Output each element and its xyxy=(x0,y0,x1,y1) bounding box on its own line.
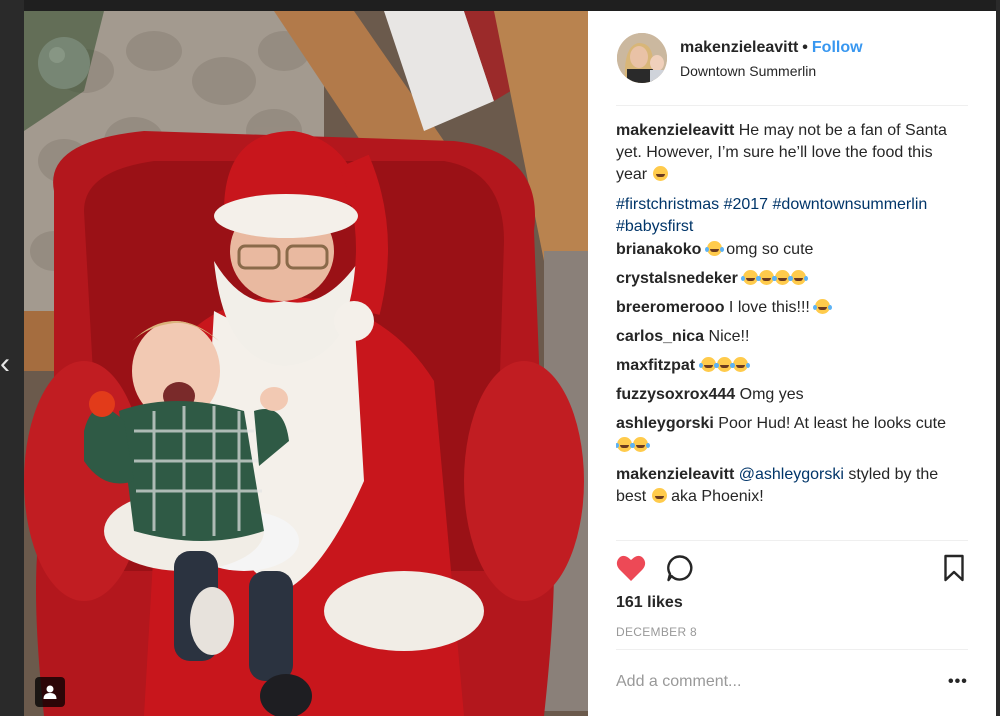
add-comment-input[interactable] xyxy=(616,671,916,693)
comment-item: carlos_nica Nice!! xyxy=(616,326,966,348)
chevron-left-icon[interactable]: ‹ xyxy=(0,340,18,388)
laughing-tears-emoji-icon xyxy=(741,270,759,285)
comment-item: maxfitzpat xyxy=(616,355,966,377)
bookmark-glyph xyxy=(944,554,964,582)
laughing-tears-emoji-icon xyxy=(789,270,807,285)
divider xyxy=(616,105,968,106)
comment-username[interactable]: crystalsnedeker xyxy=(616,270,738,287)
comment-text: aka Phoenix! xyxy=(671,488,764,505)
laughing-tears-emoji-icon xyxy=(714,357,732,372)
location-link[interactable]: Downtown Summerlin xyxy=(680,63,816,79)
comment-item: fuzzysoxrox444 Omg yes xyxy=(616,384,966,406)
caption-username[interactable]: makenzieleavitt xyxy=(616,122,734,139)
comment-text: Omg yes xyxy=(739,386,804,403)
caption: makenzieleavitt He may not be a fan of S… xyxy=(616,120,966,186)
heart-glyph xyxy=(616,555,646,581)
hashtag-link[interactable]: #babysfirst xyxy=(616,218,693,235)
person-tag-icon[interactable] xyxy=(35,677,65,707)
avatar-image xyxy=(617,33,667,83)
laughing-tears-emoji-icon xyxy=(704,241,722,256)
comment-username[interactable]: carlos_nica xyxy=(616,328,704,345)
comment-item: makenzieleavitt @ashleygorski styled by … xyxy=(616,464,966,508)
person-tag-glyph xyxy=(43,685,57,699)
comment-username[interactable]: breeromerooo xyxy=(616,299,724,316)
post-photo xyxy=(24,11,588,716)
more-options-button[interactable]: ••• xyxy=(948,673,968,691)
comment-item: ashleygorski Poor Hud! At least he looks… xyxy=(616,413,966,457)
smirk-emoji-icon xyxy=(651,488,667,503)
santa-photo-illustration xyxy=(24,11,588,716)
comment-text: omg so cute xyxy=(726,241,814,258)
mention-link[interactable]: @ashleygorski xyxy=(739,466,844,483)
grinning-emoji-icon xyxy=(652,166,668,181)
comment-bubble-icon[interactable] xyxy=(666,554,694,587)
laughing-tears-emoji-icon xyxy=(773,270,791,285)
comment-text: Poor Hud! At least he looks cute xyxy=(718,415,946,432)
bookmark-icon[interactable] xyxy=(943,554,965,587)
header-username[interactable]: makenzieleavitt xyxy=(680,39,798,56)
hashtag-link[interactable]: #2017 xyxy=(724,196,769,213)
hashtags: #firstchristmas #2017 #downtownsummerlin… xyxy=(616,194,966,238)
comment-username[interactable]: makenzieleavitt xyxy=(616,466,734,483)
post-panel: makenzieleavitt • Follow Downtown Summerli… xyxy=(588,11,996,716)
header-separator: • xyxy=(802,39,808,56)
comment-item: brianakoko omg so cute xyxy=(616,239,966,261)
divider xyxy=(616,540,968,541)
comment-item: crystalsnedeker xyxy=(616,268,966,290)
backdrop-right xyxy=(996,0,1000,716)
post-date: DECEMBER 8 xyxy=(616,625,698,639)
laughing-tears-emoji-icon xyxy=(616,437,632,452)
comment-text: I love this!!! xyxy=(728,299,810,316)
laughing-tears-emoji-icon xyxy=(730,357,748,372)
comment-username[interactable]: fuzzysoxrox444 xyxy=(616,386,735,403)
hashtag-link[interactable]: #downtownsummerlin xyxy=(773,196,928,213)
header-user-line: makenzieleavitt • Follow xyxy=(680,39,863,57)
action-bar xyxy=(588,551,996,587)
laughing-tears-emoji-icon xyxy=(631,437,648,452)
comment-username[interactable]: ashleygorski xyxy=(616,415,714,432)
divider xyxy=(616,649,968,650)
comment-bubble-glyph xyxy=(667,555,693,582)
post-header: makenzieleavitt • Follow Downtown Summerli… xyxy=(588,11,996,106)
comment-text: Nice!! xyxy=(708,328,750,345)
comment-username[interactable]: brianakoko xyxy=(616,241,701,258)
laughing-tears-emoji-icon xyxy=(698,357,716,372)
comment-item: breeromerooo I love this!!! xyxy=(616,297,966,319)
comments-list[interactable]: makenzieleavitt He may not be a fan of S… xyxy=(616,120,966,540)
likes-count[interactable]: 161 likes xyxy=(616,594,683,612)
follow-button[interactable]: Follow xyxy=(812,39,863,56)
avatar[interactable] xyxy=(617,33,667,83)
comment-username[interactable]: maxfitzpat xyxy=(616,357,695,374)
heart-icon[interactable] xyxy=(616,554,646,587)
laughing-tears-emoji-icon xyxy=(757,270,775,285)
hashtag-link[interactable]: #firstchristmas xyxy=(616,196,719,213)
laughing-tears-emoji-icon xyxy=(813,299,831,314)
